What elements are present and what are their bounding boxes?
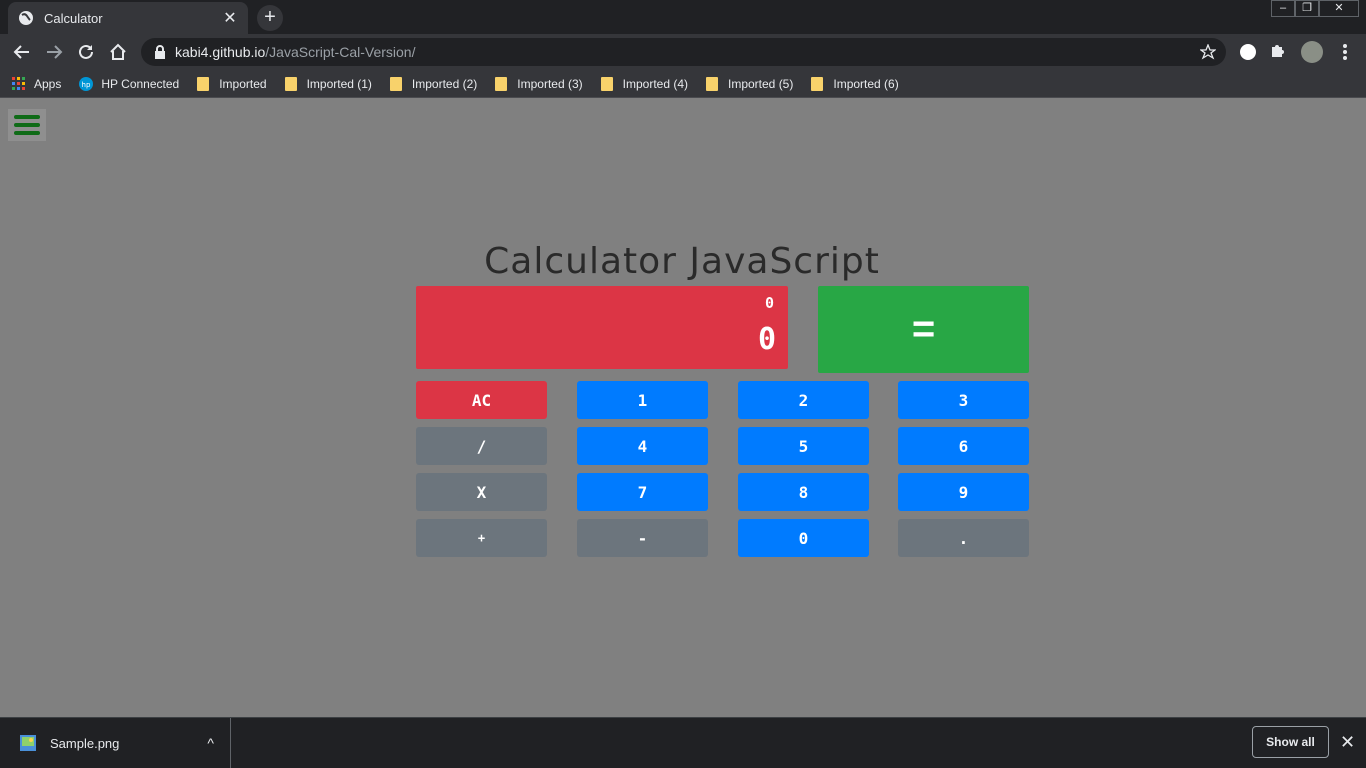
bookmark-label: Imported (4) — [622, 76, 688, 91]
digit-6-button[interactable]: 6 — [898, 427, 1029, 465]
tab-close-icon[interactable]: ✕ — [222, 8, 238, 28]
folder-icon — [284, 76, 297, 91]
bookmark-folder[interactable]: Imported — [197, 76, 267, 91]
bookmark-label: Apps — [34, 76, 62, 91]
calculator-display: 0 0 — [416, 286, 788, 369]
digit-1-button[interactable]: 1 — [577, 381, 708, 419]
tab-calculator[interactable]: Calculator ✕ — [8, 2, 248, 34]
decimal-button[interactable]: . — [898, 519, 1029, 557]
bookmark-folder[interactable]: Imported (6) — [811, 76, 899, 91]
downloads-bar: Sample.png ^ Show all ✕ — [0, 717, 1366, 768]
bookmark-label: Imported (6) — [833, 76, 899, 91]
digit-9-button[interactable]: 9 — [898, 473, 1029, 511]
page-content: Calculator JavaScript 0 0 = AC 1 2 3 / 4… — [0, 103, 1366, 717]
close-downloads-icon[interactable]: ✕ — [1340, 732, 1355, 753]
bookmark-hp-connected[interactable]: hp HP Connected — [79, 76, 180, 91]
multiply-button[interactable]: X — [416, 473, 547, 511]
reload-button[interactable] — [72, 38, 100, 66]
folder-icon — [389, 76, 402, 91]
bookmark-label: Imported (3) — [517, 76, 583, 91]
url-path: /JavaScript-Cal-Version/ — [265, 44, 416, 60]
folder-icon — [197, 76, 210, 91]
back-button[interactable] — [8, 38, 36, 66]
extensions-puzzle-icon[interactable] — [1269, 41, 1291, 63]
minimize-button[interactable]: – — [1271, 0, 1295, 17]
folder-icon — [600, 76, 613, 91]
chevron-up-icon[interactable]: ^ — [207, 735, 214, 751]
address-bar[interactable]: kabi4.github.io/JavaScript-Cal-Version/ — [141, 38, 1226, 66]
image-file-icon — [20, 735, 36, 751]
tab-bar: Calculator ✕ + – ❐ ✕ — [0, 0, 1366, 34]
back-arrow-icon — [13, 45, 29, 59]
home-icon — [110, 43, 126, 60]
show-all-button[interactable]: Show all — [1252, 726, 1329, 758]
page-title: Calculator JavaScript — [484, 241, 880, 282]
bookmark-star-icon[interactable] — [1200, 44, 1216, 60]
download-file-name: Sample.png — [50, 735, 120, 751]
digit-0-button[interactable]: 0 — [738, 519, 869, 557]
url-host: kabi4.github.io — [175, 44, 266, 60]
profile-avatar[interactable] — [1301, 41, 1323, 63]
download-item[interactable]: Sample.png ^ — [0, 718, 231, 768]
globe-icon — [19, 11, 33, 25]
digit-2-button[interactable]: 2 — [738, 381, 869, 419]
bookmark-folder[interactable]: Imported (5) — [706, 76, 794, 91]
lock-icon — [155, 45, 165, 59]
reload-icon — [79, 44, 93, 59]
clear-button[interactable]: AC — [416, 381, 547, 419]
bookmark-label: Imported — [219, 76, 267, 91]
bookmark-label: Imported (1) — [306, 76, 372, 91]
restore-button[interactable]: ❐ — [1295, 0, 1319, 17]
folder-icon — [706, 76, 718, 91]
forward-button[interactable] — [40, 38, 68, 66]
folder-icon — [495, 76, 508, 91]
bookmark-folder[interactable]: Imported (4) — [600, 76, 688, 91]
menu-kebab-icon[interactable] — [1331, 38, 1359, 66]
bookmark-label: HP Connected — [101, 76, 180, 91]
subtract-button[interactable]: - — [577, 519, 708, 557]
folder-icon — [811, 76, 824, 91]
equals-button[interactable]: = — [818, 286, 1029, 373]
svg-text:hp: hp — [82, 81, 91, 89]
bookmark-label: Imported (2) — [411, 76, 478, 91]
browser-toolbar: kabi4.github.io/JavaScript-Cal-Version/ — [0, 34, 1366, 70]
bookmark-folder[interactable]: Imported (1) — [284, 76, 372, 91]
add-button[interactable]: + — [416, 519, 547, 557]
bookmark-folder[interactable]: Imported (2) — [389, 76, 478, 91]
digit-5-button[interactable]: 5 — [738, 427, 869, 465]
close-window-button[interactable]: ✕ — [1319, 0, 1359, 17]
new-tab-button[interactable]: + — [257, 5, 283, 31]
digit-3-button[interactable]: 3 — [898, 381, 1029, 419]
bookmark-apps[interactable]: Apps — [12, 76, 62, 91]
tab-title: Calculator — [44, 10, 103, 26]
hp-logo-icon: hp — [79, 76, 94, 91]
forward-arrow-icon — [47, 45, 63, 59]
digit-4-button[interactable]: 4 — [577, 427, 708, 465]
digit-8-button[interactable]: 8 — [738, 473, 869, 511]
divide-button[interactable]: / — [416, 427, 547, 465]
bookmark-label: Imported (5) — [728, 76, 794, 91]
bookmarks-bar: Apps hp HP Connected Imported Imported (… — [0, 70, 1366, 98]
current-operand: 0 — [757, 322, 776, 357]
extension-icon[interactable] — [1237, 41, 1259, 63]
previous-operand: 0 — [764, 294, 774, 312]
hamburger-menu-icon[interactable] — [8, 109, 46, 141]
home-button[interactable] — [104, 38, 132, 66]
bookmark-folder[interactable]: Imported (3) — [495, 76, 583, 91]
digit-7-button[interactable]: 7 — [577, 473, 708, 511]
apps-grid-icon — [12, 76, 25, 90]
